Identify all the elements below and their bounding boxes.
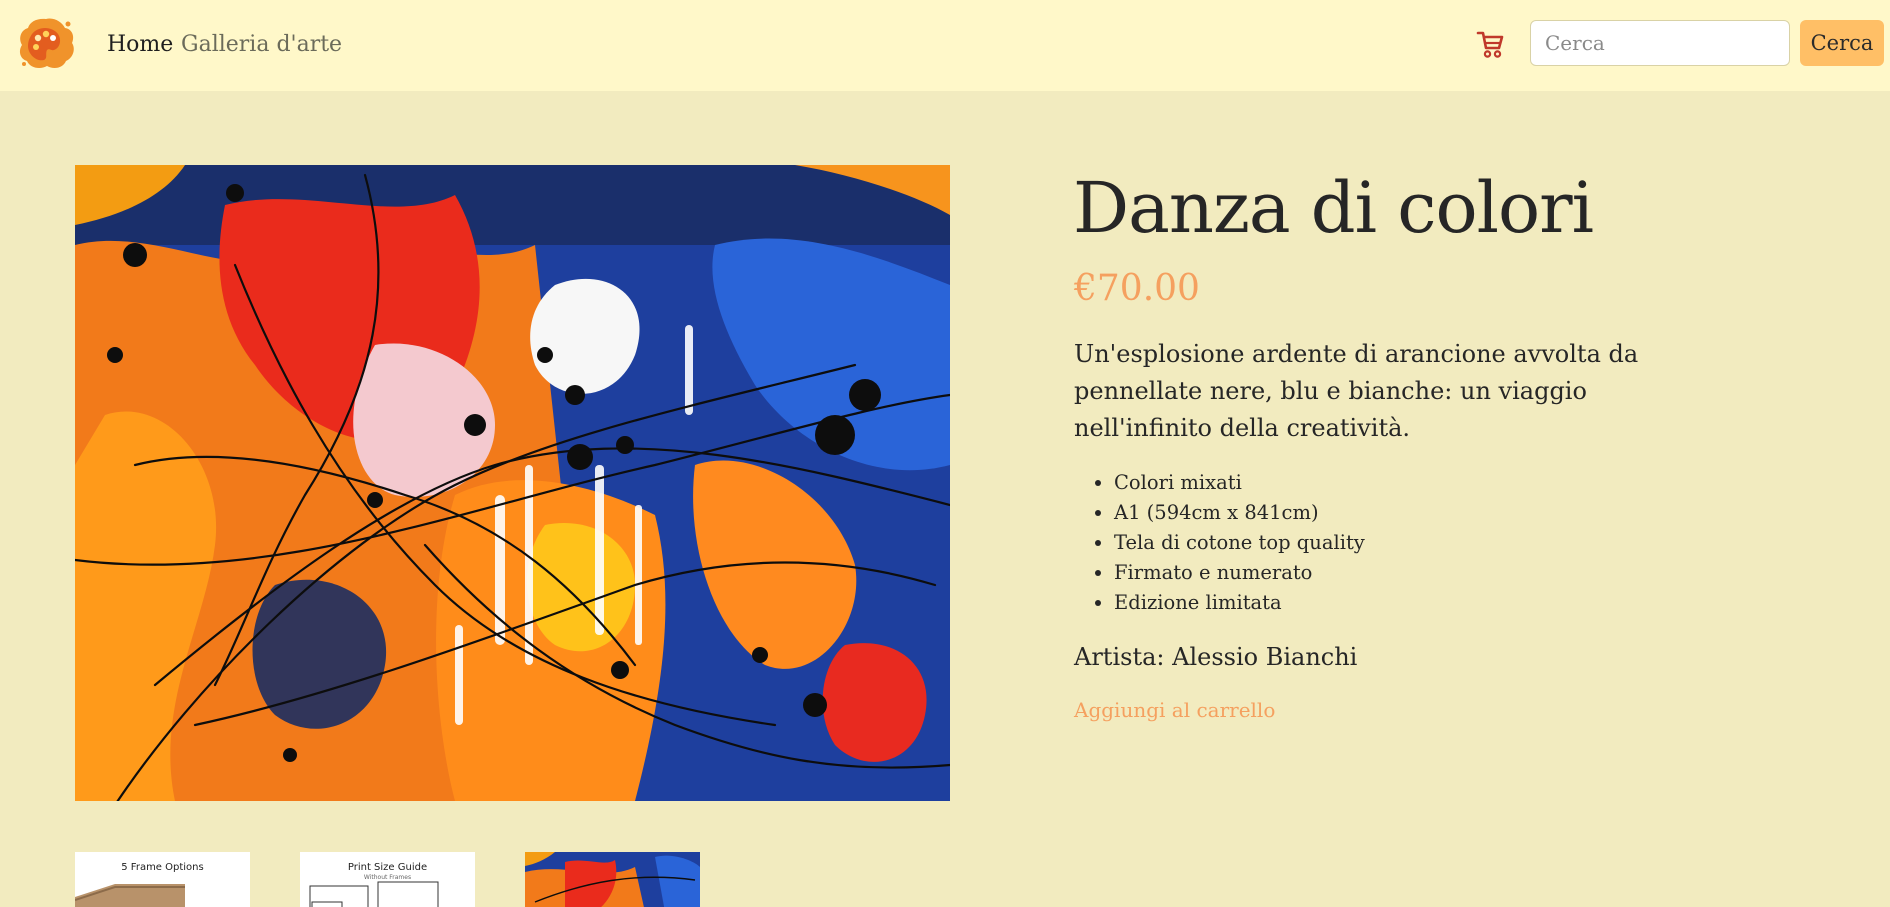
thumbnail-painting[interactable] xyxy=(525,852,700,907)
shopping-cart-icon[interactable] xyxy=(1476,29,1504,59)
abstract-painting-image xyxy=(75,165,950,801)
nav-gallery-link[interactable]: Galleria d'arte xyxy=(181,30,342,60)
painting-thumbnail-image xyxy=(525,852,700,907)
size-guide-illustration xyxy=(309,881,439,907)
search-input[interactable] xyxy=(1530,20,1790,66)
feature-item: Firmato e numerato xyxy=(1114,558,1365,588)
product-features-list: Colori mixati A1 (594cm x 841cm) Tela di… xyxy=(1114,468,1365,618)
product-description: Un'esplosione ardente di arancione avvol… xyxy=(1074,340,1639,442)
product-image xyxy=(75,165,950,801)
navbar: Home Galleria d'arte Cerca xyxy=(0,0,1890,91)
palette-splash-icon[interactable] xyxy=(18,16,76,70)
thumbnail-frame-options[interactable]: 5 Frame Options xyxy=(75,852,250,907)
search-button[interactable]: Cerca xyxy=(1800,20,1884,66)
product-artist: Artista: Alessio Bianchi xyxy=(1074,643,1358,671)
feature-item: Tela di cotone top quality xyxy=(1114,528,1365,558)
nav-home-link[interactable]: Home xyxy=(107,30,173,60)
feature-item: A1 (594cm x 841cm) xyxy=(1114,498,1365,528)
thumbnail-print-size-guide[interactable]: Print Size Guide Without Frames xyxy=(300,852,475,907)
feature-item: Edizione limitata xyxy=(1114,588,1365,618)
add-to-cart-link[interactable]: Aggiungi al carrello xyxy=(1074,696,1275,724)
feature-item: Colori mixati xyxy=(1114,468,1365,498)
frame-illustration xyxy=(75,884,185,907)
product-title: Danza di colori xyxy=(1073,167,1594,249)
product-price: €70.00 xyxy=(1074,268,1200,309)
